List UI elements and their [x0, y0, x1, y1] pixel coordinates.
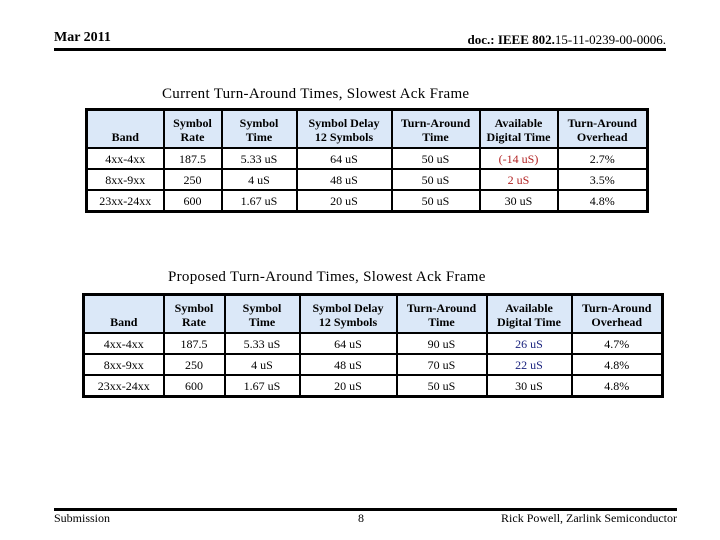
table-row: 8xx-9xx 250 4 uS 48 uS 50 uS 2 uS 3.5% — [85, 168, 649, 191]
doc-prefix: doc.: IEEE 802. — [467, 32, 555, 47]
col-header-symbol-time: Symbol Time — [223, 293, 301, 334]
cell-overhead: 4.7% — [570, 332, 664, 355]
cell-available-digital-time: 30 uS — [485, 374, 573, 398]
table-header-row: Band Symbol Rate Symbol Time Symbol Delay 1… — [82, 293, 664, 334]
cell-overhead: 4.8% — [556, 189, 649, 213]
cell-symbol-delay: 64 uS — [295, 147, 393, 170]
page-number: 8 — [358, 511, 364, 525]
cell-band: 23xx-24xx — [85, 189, 165, 213]
table-row: 4xx-4xx 187.5 5.33 uS 64 uS 90 uS 26 uS … — [82, 332, 664, 355]
col-header-symbol-delay: Symbol Delay 12 Symbols — [298, 293, 398, 334]
cell-symbol-delay: 20 uS — [295, 189, 393, 213]
col-header-turnaround-time: Turn-Around Time — [390, 108, 481, 149]
cell-symbol-delay: 48 uS — [298, 353, 398, 376]
cell-symbol-rate: 250 — [162, 168, 223, 191]
cell-turnaround-time: 70 uS — [395, 353, 488, 376]
doc-number: 15-11-0239-00-0006. — [554, 32, 666, 47]
cell-symbol-delay: 20 uS — [298, 374, 398, 398]
header-doc-id: doc.: IEEE 802.15-11-0239-00-0006. — [468, 32, 667, 48]
table-header-row: Band Symbol Rate Symbol Time Symbol Delay 1… — [85, 108, 649, 149]
cell-symbol-time: 4 uS — [223, 353, 301, 376]
table-row: 4xx-4xx 187.5 5.33 uS 64 uS 50 uS (-14 u… — [85, 147, 649, 170]
cell-symbol-time: 5.33 uS — [220, 147, 298, 170]
cell-available-digital-time: 26 uS — [485, 332, 573, 355]
cell-overhead: 4.8% — [570, 353, 664, 376]
cell-symbol-rate: 250 — [162, 353, 226, 376]
cell-turnaround-time: 50 uS — [395, 374, 488, 398]
table-row: 23xx-24xx 600 1.67 uS 20 uS 50 uS 30 uS … — [85, 189, 649, 213]
header-rule — [54, 48, 666, 51]
cell-symbol-time: 4 uS — [220, 168, 298, 191]
col-header-available-digital-time: Available Digital Time — [478, 108, 559, 149]
cell-band: 8xx-9xx — [85, 168, 165, 191]
cell-band: 8xx-9xx — [82, 353, 165, 376]
cell-symbol-rate: 187.5 — [162, 332, 226, 355]
cell-symbol-time: 1.67 uS — [220, 189, 298, 213]
cell-turnaround-time: 50 uS — [390, 147, 481, 170]
cell-band: 4xx-4xx — [82, 332, 165, 355]
proposed-times-table: Band Symbol Rate Symbol Time Symbol Delay 1… — [82, 293, 664, 398]
cell-symbol-time: 1.67 uS — [223, 374, 301, 398]
proposed-table-title: Proposed Turn-Around Times, Slowest Ack … — [168, 269, 486, 285]
cell-overhead: 3.5% — [556, 168, 649, 191]
cell-symbol-rate: 187.5 — [162, 147, 223, 170]
cell-overhead: 4.8% — [570, 374, 664, 398]
cell-available-digital-time: 30 uS — [478, 189, 559, 213]
col-header-turnaround-overhead: Turn-Around Overhead — [556, 108, 649, 149]
cell-symbol-rate: 600 — [162, 374, 226, 398]
cell-available-digital-time: 2 uS — [478, 168, 559, 191]
col-header-available-digital-time: Available Digital Time — [485, 293, 573, 334]
cell-turnaround-time: 90 uS — [395, 332, 488, 355]
cell-band: 23xx-24xx — [82, 374, 165, 398]
table-row: 23xx-24xx 600 1.67 uS 20 uS 50 uS 30 uS … — [82, 374, 664, 398]
current-table-title: Current Turn-Around Times, Slowest Ack F… — [162, 86, 470, 102]
cell-band: 4xx-4xx — [85, 147, 165, 170]
col-header-symbol-delay: Symbol Delay 12 Symbols — [295, 108, 393, 149]
current-times-table: Band Symbol Rate Symbol Time Symbol Delay 1… — [85, 108, 649, 213]
col-header-symbol-rate: Symbol Rate — [162, 108, 223, 149]
header-date: Mar 2011 — [54, 30, 111, 45]
cell-available-digital-time: (-14 uS) — [478, 147, 559, 170]
col-header-turnaround-time: Turn-Around Time — [395, 293, 488, 334]
cell-symbol-time: 5.33 uS — [223, 332, 301, 355]
table-row: 8xx-9xx 250 4 uS 48 uS 70 uS 22 uS 4.8% — [82, 353, 664, 376]
col-header-turnaround-overhead: Turn-Around Overhead — [570, 293, 664, 334]
col-header-symbol-rate: Symbol Rate — [162, 293, 226, 334]
cell-available-digital-time: 22 uS — [485, 353, 573, 376]
footer-submission: Submission — [54, 511, 111, 525]
col-header-band: Band — [85, 108, 165, 149]
cell-symbol-delay: 64 uS — [298, 332, 398, 355]
cell-symbol-rate: 600 — [162, 189, 223, 213]
cell-overhead: 2.7% — [556, 147, 649, 170]
cell-turnaround-time: 50 uS — [390, 168, 481, 191]
col-header-symbol-time: Symbol Time — [220, 108, 298, 149]
col-header-band: Band — [82, 293, 165, 334]
footer-author: Rick Powell, Zarlink Semiconductor — [501, 511, 677, 525]
cell-turnaround-time: 50 uS — [390, 189, 481, 213]
cell-symbol-delay: 48 uS — [295, 168, 393, 191]
